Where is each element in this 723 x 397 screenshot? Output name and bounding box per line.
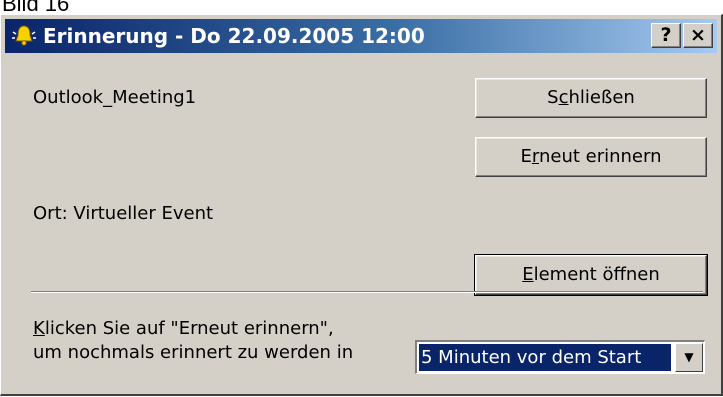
reminder-location: Ort: Virtueller Event (33, 203, 214, 224)
accelerator-key: E (522, 264, 534, 285)
snooze-time-dropdown[interactable]: 5 Minuten vor dem Start ▼ (415, 340, 705, 374)
close-button[interactable]: × (683, 23, 713, 48)
accelerator-key: r (531, 146, 539, 167)
snooze-instruction-line1: Klicken Sie auf "Erneut erinnern", (33, 318, 334, 339)
bell-icon (11, 23, 37, 49)
divider (31, 291, 703, 293)
reminder-subject: Outlook_Meeting1 (33, 87, 197, 108)
title-bar[interactable]: Erinnerung - Do 22.09.2005 12:00 ? × (5, 19, 717, 53)
help-button[interactable]: ? (651, 23, 681, 48)
snooze-instruction-line2: um nochmals erinnert zu werden in (33, 342, 354, 363)
dropdown-arrow-icon[interactable]: ▼ (675, 343, 703, 372)
accelerator-key: K (33, 318, 45, 339)
open-item-button[interactable]: Element öffnen (474, 254, 708, 296)
dismiss-button[interactable]: Schließen (475, 78, 707, 118)
accelerator-key: c (558, 87, 569, 108)
snooze-button[interactable]: Erneut erinnern (475, 137, 707, 177)
reminder-dialog: Erinnerung - Do 22.09.2005 12:00 ? × Out… (0, 14, 723, 396)
snooze-time-value[interactable]: 5 Minuten vor dem Start (419, 344, 671, 371)
close-icon: × (690, 24, 706, 46)
window-title: Erinnerung - Do 22.09.2005 12:00 (43, 24, 425, 48)
